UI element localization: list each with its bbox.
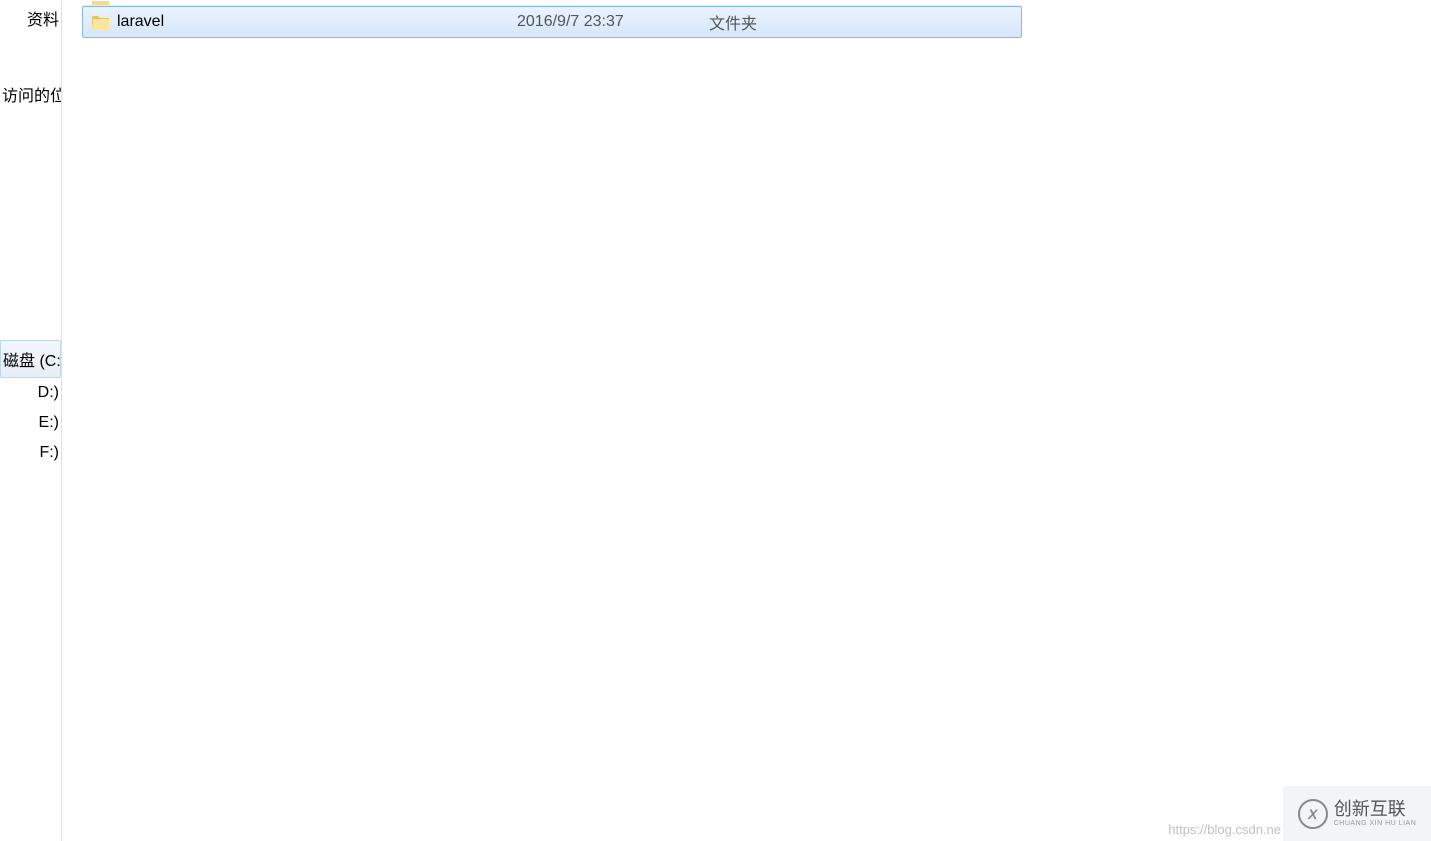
file-type: 文件夹: [697, 10, 817, 34]
sidebar-drive-f[interactable]: F:): [0, 438, 61, 468]
table-row[interactable]: laravel 2016/9/7 23:37 文件夹: [82, 6, 1022, 38]
sidebar-drive-c[interactable]: 磁盘 (C:): [0, 340, 61, 378]
watermark-url: https://blog.csdn.ne: [1168, 822, 1281, 837]
logo-main-text: 创新互联: [1334, 800, 1417, 820]
folder-icon: [91, 12, 111, 32]
sidebar-drive-e[interactable]: E:): [0, 408, 61, 438]
sidebar-drive-d[interactable]: D:): [0, 378, 61, 408]
logo-mark-icon: X: [1298, 799, 1328, 829]
sidebar-item-docs[interactable]: 资料: [0, 0, 61, 36]
sidebar-item-recent[interactable]: 访问的位: [0, 76, 61, 112]
sidebar: 资料 访问的位 磁盘 (C:) D:) E:) F:): [0, 0, 62, 841]
file-list: laravel 2016/9/7 23:37 文件夹: [82, 0, 1022, 38]
file-name: laravel: [117, 13, 517, 31]
watermark-logo: X 创新互联 CHUANG XIN HU LIAN: [1283, 786, 1431, 841]
logo-sub-text: CHUANG XIN HU LIAN: [1334, 820, 1417, 828]
file-date: 2016/9/7 23:37: [517, 13, 697, 31]
file-pane[interactable]: laravel 2016/9/7 23:37 文件夹: [62, 0, 1431, 841]
